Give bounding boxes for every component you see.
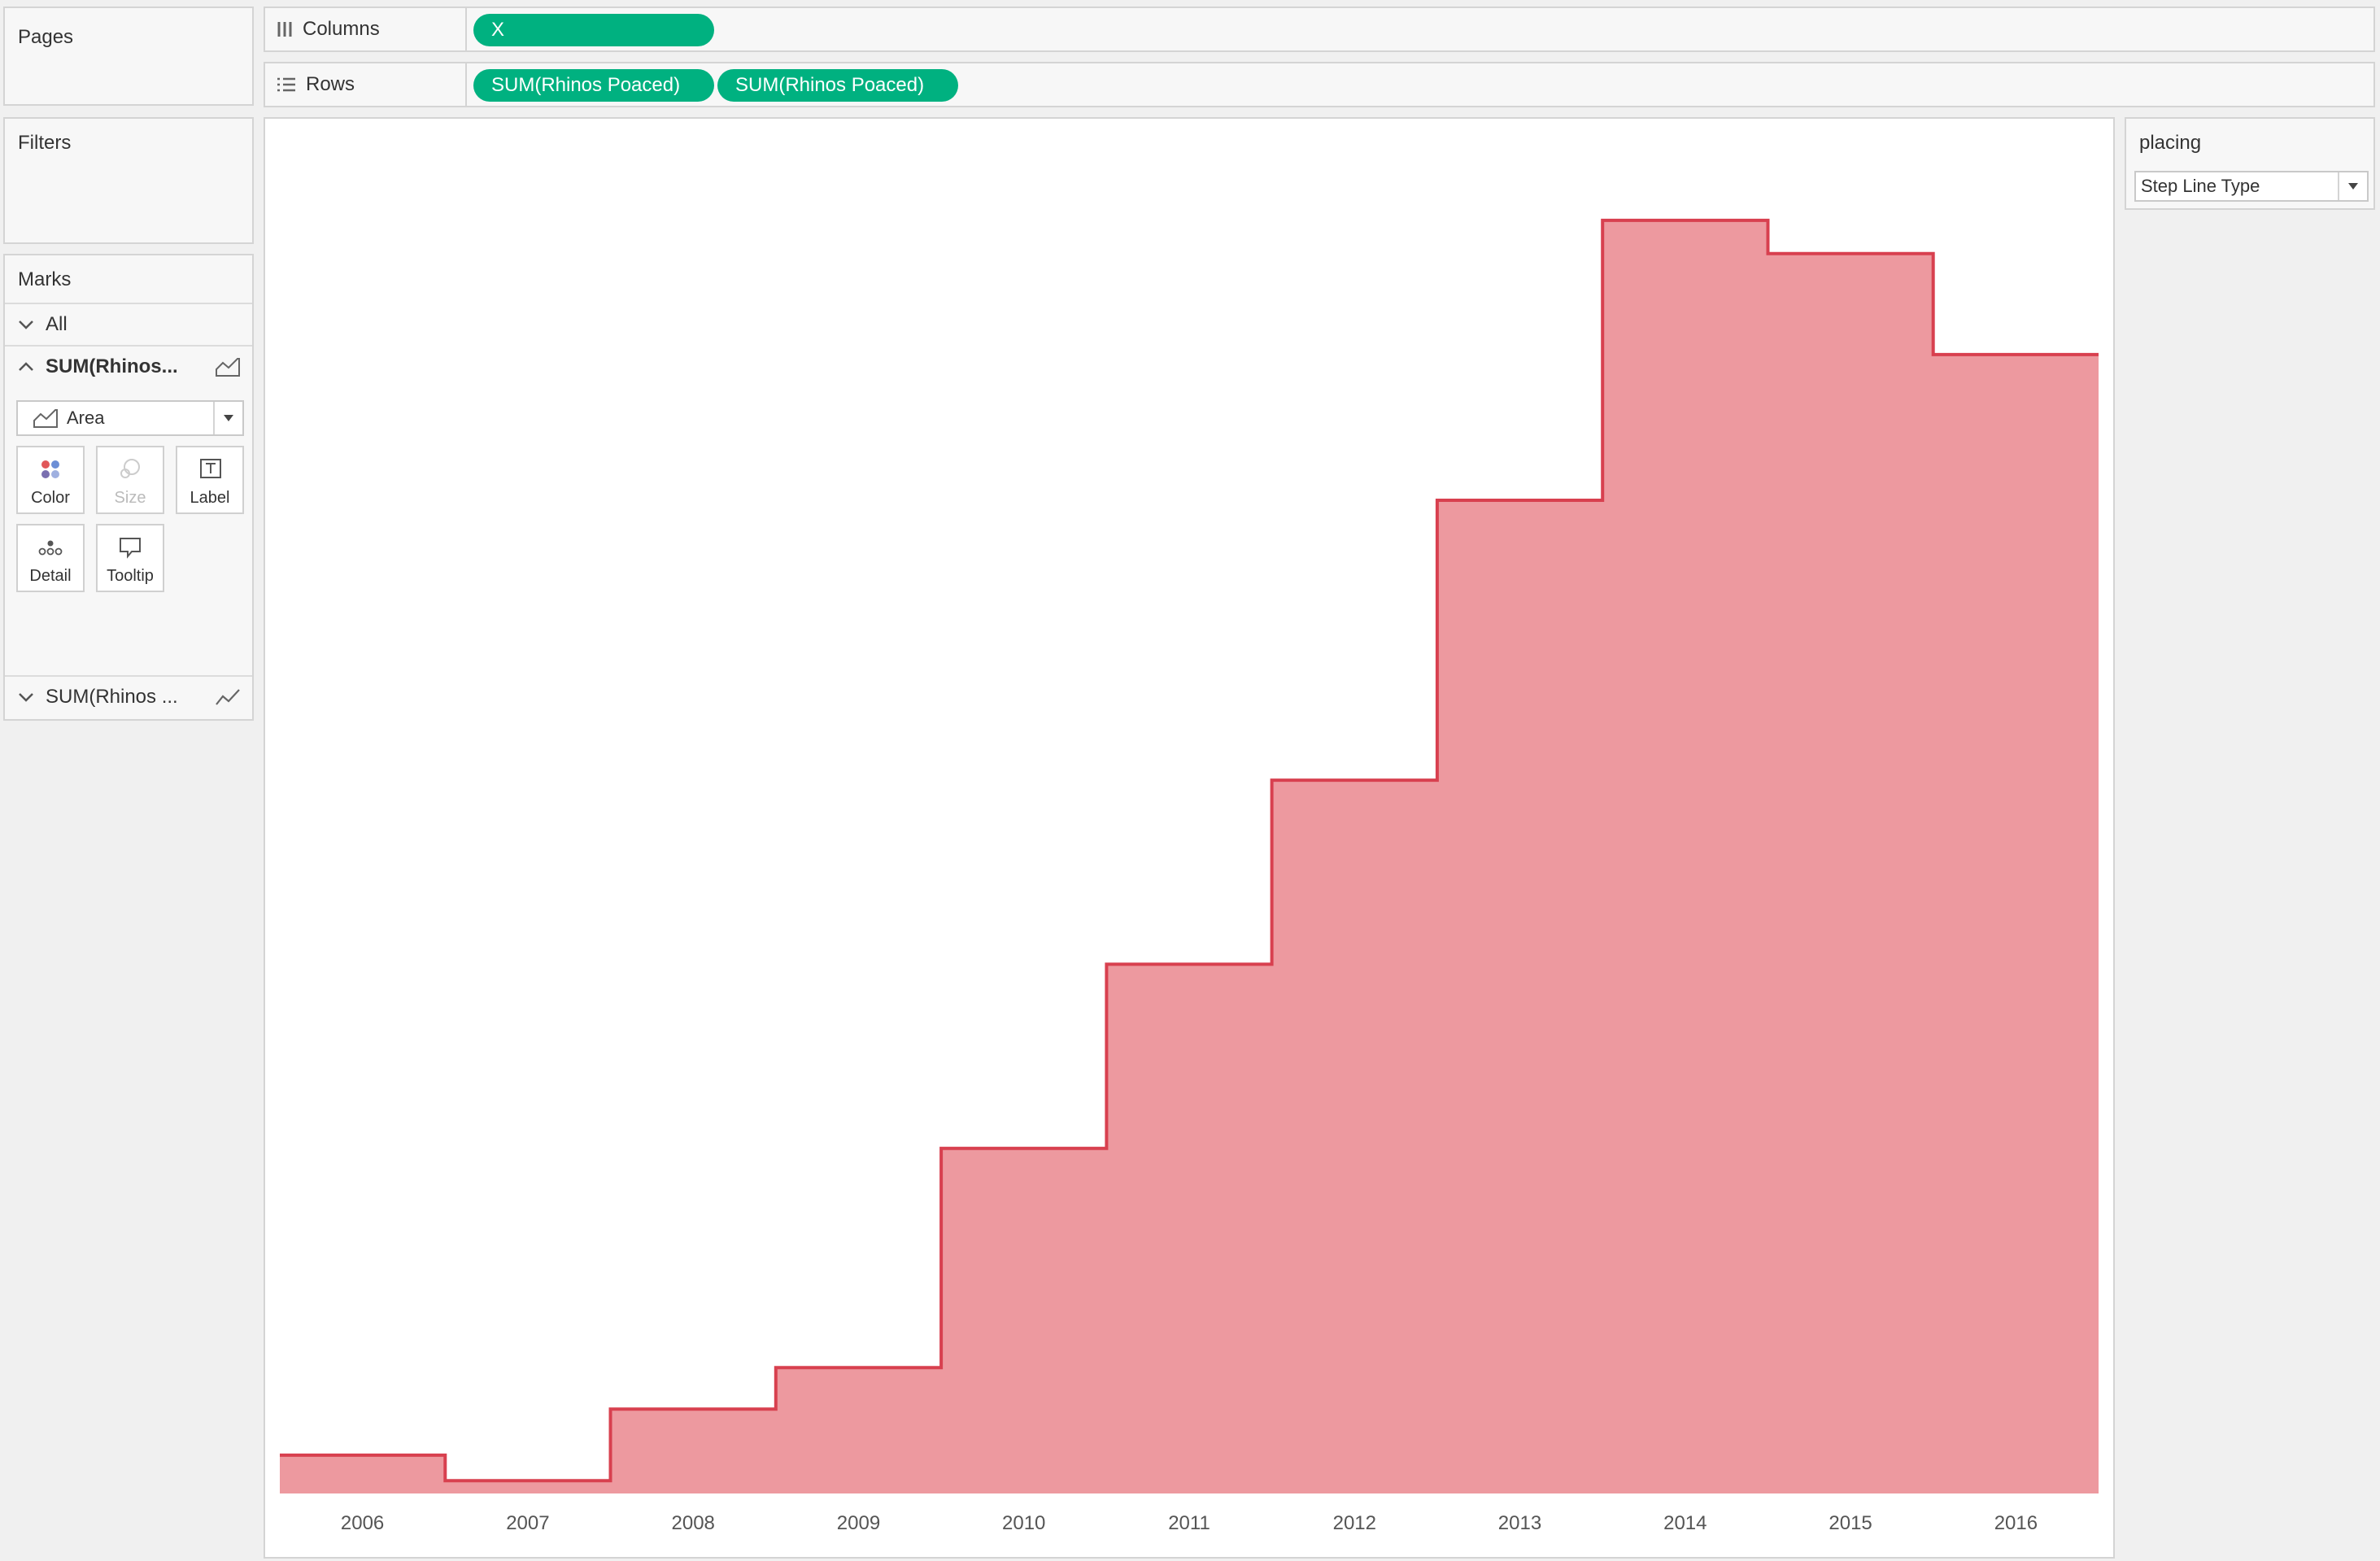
x-tick-label: 2007 (506, 1512, 549, 1534)
area-segment-2006[interactable] (280, 1455, 445, 1493)
mark-type-dropdown[interactable]: Area (16, 400, 244, 436)
chevron-down-icon (19, 320, 33, 329)
area-segment-2011[interactable] (1106, 964, 1271, 1493)
pages-panel[interactable]: Pages (3, 7, 254, 106)
x-tick-label: 2011 (1168, 1512, 1210, 1534)
area-segment-2010[interactable] (941, 1149, 1106, 1493)
caret-down-icon (224, 415, 233, 421)
columns-label-text: Columns (303, 18, 380, 40)
detail-icon (18, 534, 83, 561)
tooltip-button-label: Tooltip (107, 567, 154, 585)
rows-shelf-label: Rows (265, 63, 467, 106)
text-label-icon (177, 456, 242, 483)
marks-layer1-label: SUM(Rhinos... (46, 355, 178, 377)
size-button: Size (96, 446, 164, 514)
area-segment-2008[interactable] (611, 1409, 776, 1493)
columns-shelf[interactable]: Columns X (264, 7, 2375, 52)
marks-all-label: All (46, 313, 68, 335)
tooltip-icon (98, 534, 163, 561)
size-icon (98, 456, 163, 483)
columns-shelf-label: Columns (265, 8, 467, 50)
chevron-up-icon (19, 362, 33, 371)
x-tick-label: 2010 (1002, 1512, 1045, 1534)
pages-title: Pages (18, 26, 74, 48)
marks-layer1-row[interactable]: SUM(Rhinos... (5, 345, 252, 387)
caret-down-icon (2348, 183, 2358, 190)
x-tick-label: 2016 (1994, 1512, 2038, 1534)
area-chart-icon (216, 358, 240, 377)
chart-view[interactable]: 2006 2007 2008 2009 2010 2011 2012 2013 2014 2015… (264, 117, 2115, 1559)
placing-parameter-value: Step Line Type (2141, 176, 2260, 196)
label-button[interactable]: Label (176, 446, 244, 514)
parameter-card: placing Step Line Type (2125, 117, 2375, 210)
placing-parameter-dropdown[interactable]: Step Line Type (2134, 171, 2369, 202)
chevron-down-icon (19, 693, 33, 702)
area-mark-icon (33, 409, 58, 428)
rows-label-text: Rows (306, 73, 355, 95)
area-segment-2009[interactable] (776, 1367, 941, 1493)
rows-shelf[interactable]: Rows SUM(Rhinos Poaced) SUM(Rhinos Poace… (264, 62, 2375, 107)
x-tick-label: 2006 (341, 1512, 384, 1534)
label-button-label: Label (190, 489, 230, 507)
marks-layer2-label: SUM(Rhinos ... (46, 686, 178, 708)
columns-icon (277, 22, 292, 37)
filters-title: Filters (18, 132, 72, 154)
area-segment-2012[interactable] (1272, 780, 1437, 1493)
rows-icon (277, 77, 295, 92)
marks-layer2-row[interactable]: SUM(Rhinos ... (5, 675, 252, 717)
area-segment-2016[interactable] (1933, 355, 2099, 1493)
x-tick-label: 2014 (1663, 1512, 1707, 1534)
tooltip-button[interactable]: Tooltip (96, 524, 164, 592)
x-tick-label: 2013 (1498, 1512, 1541, 1534)
area-segment-2007[interactable] (445, 1480, 610, 1493)
x-tick-label: 2009 (837, 1512, 880, 1534)
area-segment-2015[interactable] (1768, 254, 1933, 1493)
color-button[interactable]: Color (16, 446, 85, 514)
x-tick-label: 2015 (1829, 1512, 1872, 1534)
mark-type-dropdown-arrow[interactable] (213, 402, 242, 434)
rows-pill-1[interactable]: SUM(Rhinos Poaced) (473, 69, 714, 102)
detail-button[interactable]: Detail (16, 524, 85, 592)
area-segment-2014[interactable] (1602, 220, 1768, 1493)
x-tick-label: 2012 (1333, 1512, 1376, 1534)
marks-all-row[interactable]: All (5, 303, 252, 345)
color-icon (18, 456, 83, 483)
detail-button-label: Detail (29, 567, 72, 585)
area-segment-2013[interactable] (1437, 500, 1602, 1493)
line-chart-icon (216, 689, 240, 705)
step-area-chart[interactable]: 2006 2007 2008 2009 2010 2011 2012 2013 2014 2015… (265, 119, 2113, 1557)
filters-panel[interactable]: Filters (3, 117, 254, 244)
x-tick-label: 2008 (672, 1512, 715, 1534)
placing-parameter-arrow[interactable] (2338, 172, 2367, 200)
marks-card: Marks All SUM(Rhinos... Area Color Size … (3, 254, 254, 721)
mark-type-label: Area (67, 408, 105, 428)
columns-pill-x[interactable]: X (473, 14, 714, 46)
rows-pill-2[interactable]: SUM(Rhinos Poaced) (717, 69, 958, 102)
size-button-label: Size (114, 489, 146, 507)
color-button-label: Color (31, 489, 70, 507)
parameter-title: placing (2139, 132, 2202, 154)
marks-title: Marks (18, 268, 72, 290)
